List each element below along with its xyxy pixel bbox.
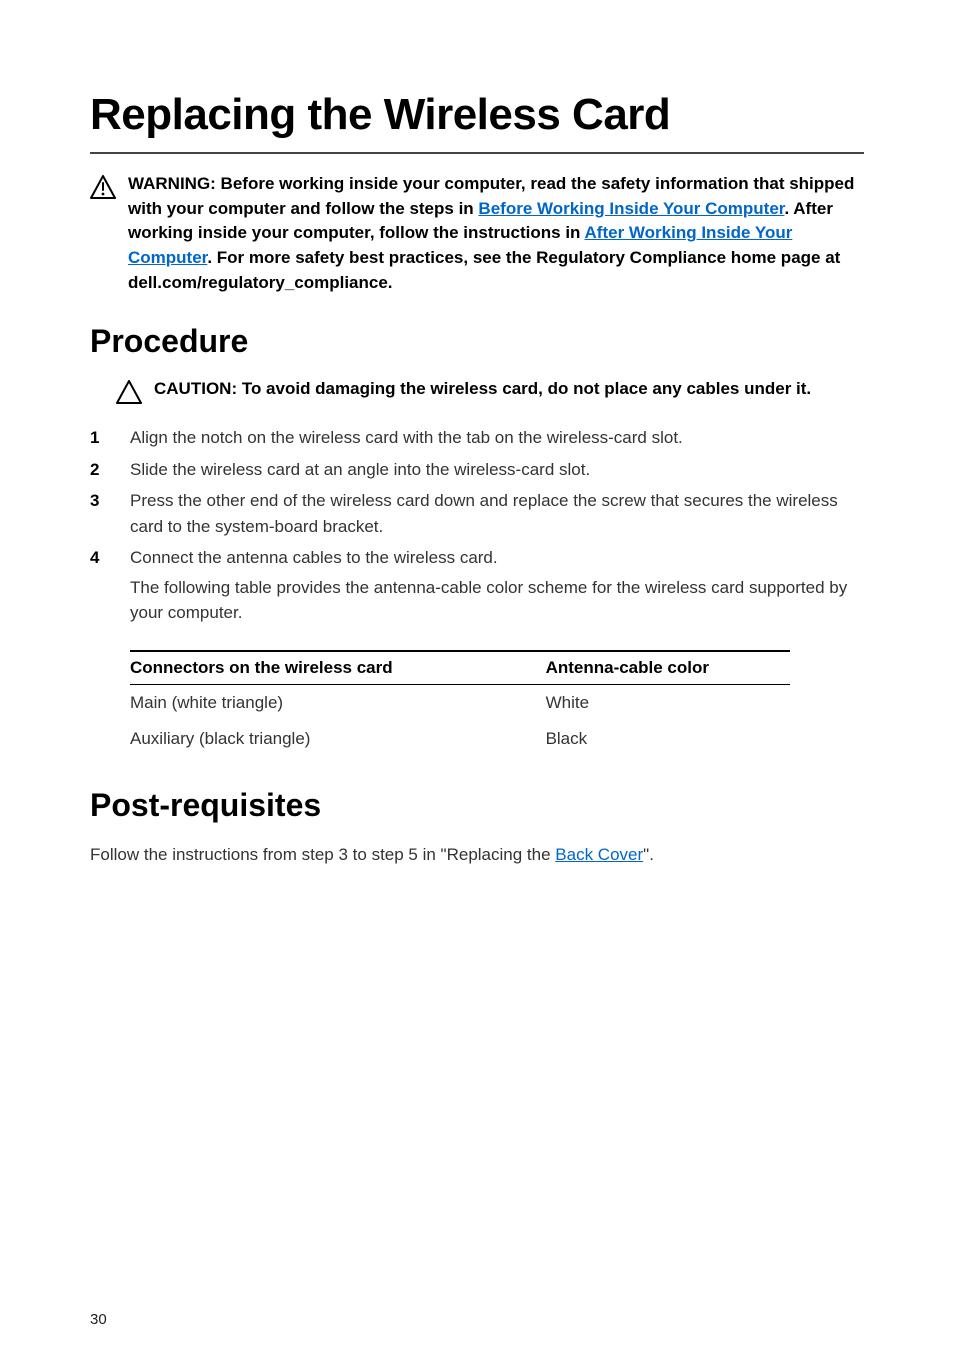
postreq-prefix: Follow the instructions from step 3 to s… — [90, 845, 555, 864]
cell-color-white: White — [486, 684, 790, 721]
procedure-steps: Align the notch on the wireless card wit… — [90, 425, 864, 626]
step-4-subtext: The following table provides the antenna… — [130, 575, 864, 626]
step-4-text: Connect the antenna cables to the wirele… — [130, 548, 498, 567]
caution-icon — [116, 380, 142, 409]
cell-connector-main: Main (white triangle) — [130, 684, 486, 721]
page-number: 30 — [90, 1311, 107, 1328]
title-underline — [90, 152, 864, 154]
table-header-row: Connectors on the wireless card Antenna-… — [130, 651, 790, 685]
warning-icon — [90, 175, 116, 204]
step-4: Connect the antenna cables to the wirele… — [90, 545, 864, 626]
step-1: Align the notch on the wireless card wit… — [90, 425, 864, 451]
antenna-cable-table: Connectors on the wireless card Antenna-… — [130, 650, 790, 757]
table-row: Auxiliary (black triangle) Black — [130, 721, 790, 757]
header-connectors: Connectors on the wireless card — [130, 651, 486, 685]
postreq-suffix: ". — [643, 845, 654, 864]
warning-text: WARNING: Before working inside your comp… — [128, 172, 864, 295]
postreq-heading: Post-requisites — [90, 787, 864, 824]
step-3: Press the other end of the wireless card… — [90, 488, 864, 539]
cell-color-black: Black — [486, 721, 790, 757]
postreq-link-back-cover[interactable]: Back Cover — [555, 845, 643, 864]
table-row: Main (white triangle) White — [130, 684, 790, 721]
step-2: Slide the wireless card at an angle into… — [90, 457, 864, 483]
caution-text: CAUTION: To avoid damaging the wireless … — [154, 378, 811, 401]
warning-suffix: . For more safety best practices, see th… — [128, 248, 840, 292]
header-color: Antenna-cable color — [486, 651, 790, 685]
warning-link-before-working[interactable]: Before Working Inside Your Computer — [478, 199, 784, 218]
cell-connector-aux: Auxiliary (black triangle) — [130, 721, 486, 757]
postreq-text: Follow the instructions from step 3 to s… — [90, 842, 864, 868]
page-title: Replacing the Wireless Card — [90, 90, 864, 140]
caution-block: CAUTION: To avoid damaging the wireless … — [116, 378, 864, 409]
warning-block: WARNING: Before working inside your comp… — [90, 172, 864, 295]
procedure-heading: Procedure — [90, 323, 864, 360]
